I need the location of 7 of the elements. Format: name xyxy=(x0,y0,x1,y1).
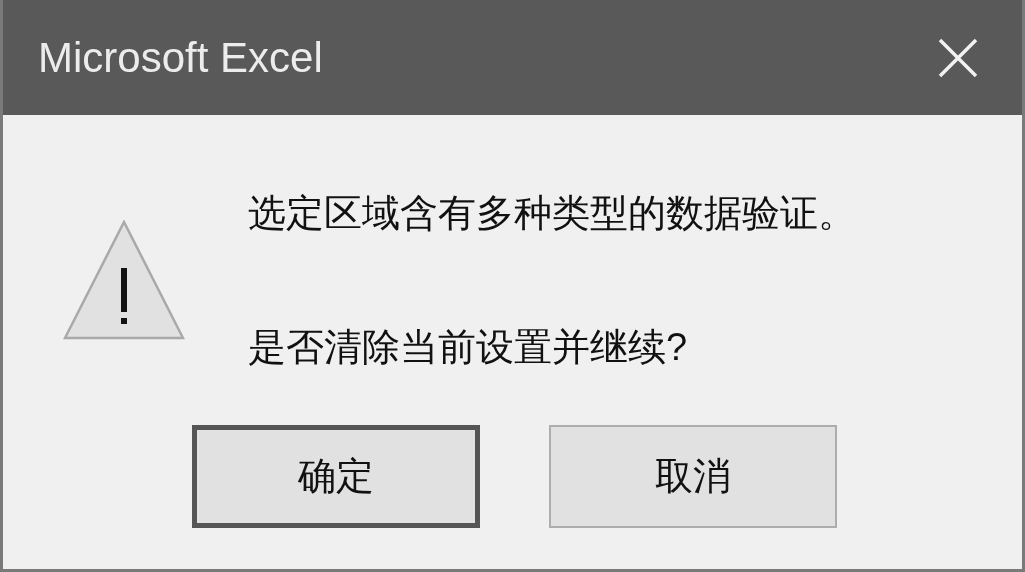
close-icon[interactable] xyxy=(938,37,978,78)
window-title: Microsoft Excel xyxy=(38,33,323,82)
message-text: 选定区域含有多种类型的数据验证。 xyxy=(248,191,856,236)
dialog-button[interactable]: 取消 xyxy=(549,425,837,528)
dialog-button[interactable]: 确定 xyxy=(192,425,480,528)
warning-icon xyxy=(63,220,185,340)
message-text: 是否清除当前设置并继续? xyxy=(248,325,689,370)
